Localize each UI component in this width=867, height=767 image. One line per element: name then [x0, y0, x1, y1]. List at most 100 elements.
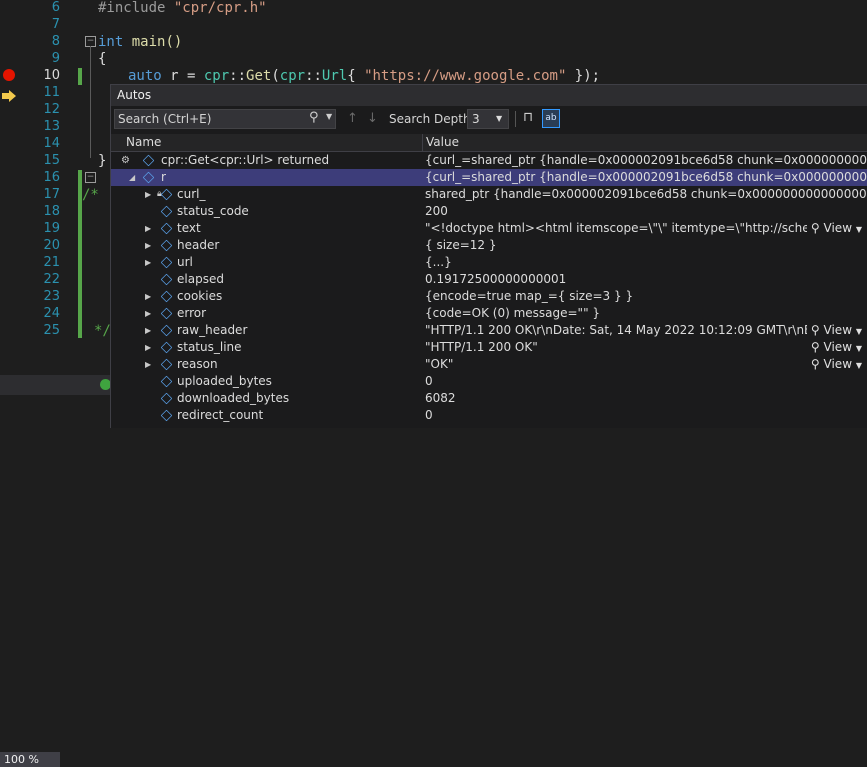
table-row[interactable]: downloaded_bytes 6082: [111, 390, 867, 407]
var-value[interactable]: "HTTP/1.1 200 OK\r\nDate: Sat, 14 May 20…: [425, 322, 867, 339]
var-name: error: [177, 306, 207, 320]
column-header-value[interactable]: Value: [426, 134, 459, 151]
code-line-17: /*: [82, 187, 99, 203]
pin-icon[interactable]: ⊓: [523, 110, 533, 125]
line-number: 13: [43, 119, 60, 134]
var-value[interactable]: 6082: [425, 390, 867, 407]
search-depth-label: Search Depth:: [389, 112, 475, 126]
var-value[interactable]: shared_ptr {handle=0x000002091bce6d58 ch…: [425, 186, 867, 203]
zoom-level[interactable]: 100 %: [0, 752, 60, 767]
expand-icon[interactable]: ▶: [145, 254, 151, 271]
var-value[interactable]: {encode=true map_={ size=3 } }: [425, 288, 867, 305]
table-row[interactable]: ▶ header { size=12 }: [111, 237, 867, 254]
line-number: 12: [43, 102, 60, 117]
toolbar-separator: [515, 111, 516, 127]
collapse-icon[interactable]: −: [85, 172, 96, 183]
search-icon[interactable]: ⚲: [309, 110, 319, 125]
var-value[interactable]: "HTTP/1.1 200 OK": [425, 339, 867, 356]
code-line-9: {: [98, 51, 107, 67]
table-row[interactable]: ▶ reason "OK" ⚲ View ▼: [111, 356, 867, 373]
var-value[interactable]: { size=12 }: [425, 237, 867, 254]
expand-icon[interactable]: ▶: [145, 356, 151, 373]
line-number: 8: [51, 34, 60, 49]
var-value[interactable]: {curl_=shared_ptr {handle=0x000002091bce…: [425, 169, 867, 186]
line-number: 21: [43, 255, 60, 270]
var-value[interactable]: {code=OK (0) message="" }: [425, 305, 867, 322]
table-row[interactable]: ▶ url {...}: [111, 254, 867, 271]
expand-icon[interactable]: ▶: [145, 339, 151, 356]
view-button[interactable]: ⚲ View ▼: [806, 339, 867, 356]
table-row[interactable]: ▶ text "<!doctype html><html itemscope=\"…: [111, 220, 867, 237]
object-icon: [160, 273, 173, 286]
object-icon: [160, 205, 173, 218]
var-name: cpr::Get<cpr::Url> returned: [161, 153, 330, 167]
var-name: downloaded_bytes: [177, 391, 290, 405]
autos-window[interactable]: Autos Search (Ctrl+E) ⚲ ▼ ↑ ↓ Search Dep…: [110, 84, 867, 428]
table-row[interactable]: ▶ raw_header "HTTP/1.1 200 OK\r\nDate: Sa…: [111, 322, 867, 339]
table-row[interactable]: ⚙ cpr::Get<cpr::Url> returned {curl_=shar…: [111, 152, 867, 169]
var-value[interactable]: "<!doctype html><html itemscope=\"\" ite…: [425, 220, 867, 237]
search-input[interactable]: Search (Ctrl+E): [114, 109, 336, 129]
line-number: 25: [43, 323, 60, 338]
var-name: redirect_count: [177, 408, 264, 422]
chevron-down-icon[interactable]: ▼: [326, 112, 332, 121]
expand-icon[interactable]: ▶: [145, 237, 151, 254]
var-value[interactable]: {...}: [425, 254, 867, 271]
table-row[interactable]: elapsed 0.19172500000000001: [111, 271, 867, 288]
object-icon: [160, 239, 173, 252]
table-row[interactable]: status_code 200: [111, 203, 867, 220]
arrow-down-icon[interactable]: ↓: [367, 111, 378, 126]
breakpoint-icon[interactable]: [3, 69, 15, 81]
object-icon: [160, 188, 173, 201]
var-value[interactable]: {curl_=shared_ptr {handle=0x000002091bce…: [425, 152, 867, 169]
line-number: 17: [43, 187, 60, 202]
magnifier-icon: ⚲: [810, 340, 820, 354]
var-value[interactable]: "OK": [425, 356, 867, 373]
line-number: 16: [43, 170, 60, 185]
expand-icon[interactable]: ▶: [145, 322, 151, 339]
var-name: status_line: [177, 340, 242, 354]
line-number: 23: [43, 289, 60, 304]
table-row[interactable]: ▶ 🔒︎ curl_ shared_ptr {handle=0x000002091b…: [111, 186, 867, 203]
object-icon: [160, 341, 173, 354]
magnifier-icon: ⚲: [810, 357, 820, 371]
table-row[interactable]: ▶ cookies {encode=true map_={ size=3 } }: [111, 288, 867, 305]
line-number: 20: [43, 238, 60, 253]
code-line-10: auto r = cpr::Get(cpr::Url{ "https://www…: [128, 68, 601, 84]
object-icon: [160, 256, 173, 269]
grid-header: Name Value: [111, 134, 867, 152]
var-value[interactable]: 0.19172500000000001: [425, 271, 867, 288]
search-depth-select[interactable]: 3 ▼: [467, 109, 509, 129]
line-number: 24: [43, 306, 60, 321]
expand-icon[interactable]: ▶: [145, 186, 151, 203]
var-value[interactable]: 0: [425, 407, 867, 424]
code-line-6: #include "cpr/cpr.h": [98, 0, 267, 16]
column-divider[interactable]: [422, 134, 423, 151]
table-row[interactable]: ▶ error {code=OK (0) message="" }: [111, 305, 867, 322]
expand-icon[interactable]: ▶: [145, 288, 151, 305]
table-row[interactable]: ◢ r {curl_=shared_ptr {handle=0x000002091…: [111, 169, 867, 186]
var-name: url: [177, 255, 193, 269]
view-toggle-icon[interactable]: ab: [542, 109, 560, 128]
expand-icon[interactable]: ▶: [145, 305, 151, 322]
collapse-icon[interactable]: ◢: [129, 169, 135, 186]
var-value[interactable]: 200: [425, 203, 867, 220]
line-number: 10: [43, 68, 60, 83]
autos-title[interactable]: Autos: [111, 85, 867, 106]
code-line-15: }: [98, 153, 107, 169]
var-name: uploaded_bytes: [177, 374, 272, 388]
table-row[interactable]: uploaded_bytes 0: [111, 373, 867, 390]
var-value[interactable]: 0: [425, 373, 867, 390]
view-button[interactable]: ⚲ View ▼: [806, 220, 867, 237]
view-button[interactable]: ⚲ View ▼: [806, 322, 867, 339]
search-depth-value: 3: [472, 112, 480, 126]
line-number: 22: [43, 272, 60, 287]
table-row[interactable]: ▶ status_line "HTTP/1.1 200 OK" ⚲ View ▼: [111, 339, 867, 356]
column-header-name[interactable]: Name: [126, 134, 161, 151]
view-button[interactable]: ⚲ View ▼: [806, 356, 867, 373]
arrow-up-icon[interactable]: ↑: [347, 111, 358, 126]
autos-toolbar: Search (Ctrl+E) ⚲ ▼ ↑ ↓ Search Depth: 3 …: [111, 106, 867, 134]
table-row[interactable]: redirect_count 0: [111, 407, 867, 424]
chevron-down-icon: ▼: [496, 114, 503, 123]
expand-icon[interactable]: ▶: [145, 220, 151, 237]
